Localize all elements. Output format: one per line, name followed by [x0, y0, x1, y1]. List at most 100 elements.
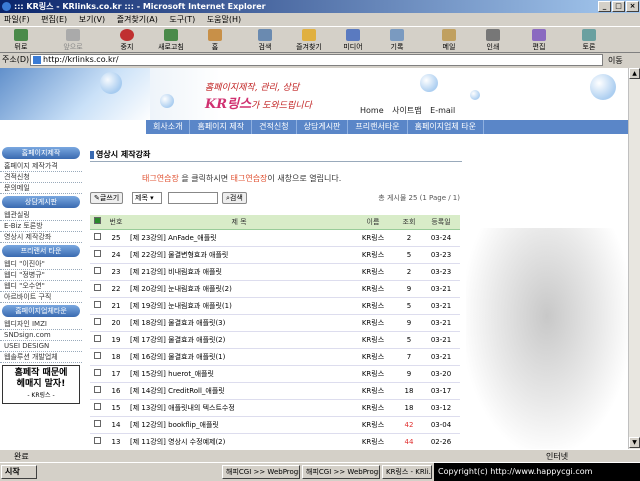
row-title[interactable]: [제 17강의] 물결효과 애플릿(2) [128, 331, 350, 349]
row-checkbox[interactable] [90, 314, 104, 332]
taskbar-task[interactable]: 해피CGI >> WebProgr... [222, 465, 300, 479]
row-checkbox[interactable] [90, 382, 104, 400]
menu-tools[interactable]: 도구(T) [169, 15, 195, 24]
row-title[interactable]: [제 19강의] 눈내림효과 애플릿(1) [128, 297, 350, 315]
row-title[interactable]: [제 23강의] AnFade_애플릿 [128, 229, 350, 247]
row-title[interactable]: [제 15강의] huerot_애플릿 [128, 365, 350, 383]
minimize-button[interactable]: _ [598, 1, 611, 12]
nav-estimate[interactable]: 견적신청 [252, 120, 297, 134]
sidebar-item[interactable]: 웹관실링 [0, 210, 82, 221]
menu-view[interactable]: 보기(V) [79, 15, 105, 24]
sidebar-item[interactable]: 영상시 제작강좌 [0, 232, 82, 243]
refresh-button[interactable]: 새로고침 [154, 29, 188, 52]
address-input[interactable]: http://krlinks.co.kr/ [30, 54, 603, 66]
row-checkbox[interactable] [90, 365, 104, 383]
sidebar-item[interactable]: 웹디 "정병규" [0, 270, 82, 281]
forward-button[interactable]: 앞으로 [56, 29, 90, 52]
nav-homepage[interactable]: 홈페이지 제작 [190, 120, 253, 134]
tag-practice-link[interactable]: 태그연습장 [142, 174, 179, 183]
menu-help[interactable]: 도움말(H) [207, 15, 241, 24]
row-title[interactable]: [제 20강의] 눈내림효과 애플릿(2) [128, 280, 350, 298]
row-title[interactable]: [제 13강의] 애플릿내의 텍스트수정 [128, 399, 350, 417]
search-input[interactable] [168, 192, 218, 204]
select-all-checkbox[interactable] [90, 215, 104, 230]
sidebar-item[interactable]: 웹디 "이진아" [0, 259, 82, 270]
go-button[interactable]: 이동 [608, 54, 623, 68]
sidebar-head[interactable]: 프리랜서 타운 [2, 245, 80, 257]
scroll-down-icon[interactable]: ▼ [629, 437, 640, 448]
media-button[interactable]: 미디어 [336, 29, 370, 52]
menu-file[interactable]: 파일(F) [4, 15, 30, 24]
sidebar-head[interactable]: 홈페이지제작 [2, 147, 80, 159]
print-button[interactable]: 인쇄 [476, 29, 510, 52]
search-button[interactable]: 검색 [248, 29, 282, 52]
sidebar-head[interactable]: 상담게시판 [2, 196, 80, 208]
mail-button[interactable]: 메일 [432, 29, 466, 52]
sidebar-item[interactable]: USEI DESIGN [0, 341, 82, 352]
sidebar-item[interactable]: SNDsign.com [0, 330, 82, 341]
edit-button[interactable]: 편집 [522, 29, 556, 52]
table-row[interactable]: 21 [제 19강의] 눈내림효과 애플릿(1) KR링스 5 03-21 [90, 297, 460, 315]
menu-favorites[interactable]: 즐겨찾기(A) [117, 15, 158, 24]
home-link[interactable]: Home [360, 106, 384, 115]
row-checkbox[interactable] [90, 331, 104, 349]
sidebar-item[interactable]: E-Biz 토론방 [0, 221, 82, 232]
search-submit-button[interactable]: ⌕검색 [222, 192, 247, 204]
row-title[interactable]: [제 22강의] 물결변형효과 애플릿 [128, 246, 350, 264]
sitemap-link[interactable]: 사이트맵 [392, 106, 421, 115]
close-button[interactable]: × [626, 1, 639, 12]
row-title[interactable]: [제 12강의] bookflip_애플릿 [128, 416, 350, 434]
vertical-scrollbar[interactable]: ▲ ▼ [628, 68, 640, 449]
table-row[interactable]: 23 [제 21강의] 비내림효과 애플릿 KR링스 2 03-23 [90, 263, 460, 281]
row-title[interactable]: [제 16강의] 물결효과 애플릿(1) [128, 348, 350, 366]
sidebar-item[interactable]: 견적신청 [0, 172, 82, 183]
table-row[interactable]: 17 [제 15강의] huerot_애플릿 KR링스 9 03-20 [90, 365, 460, 383]
table-row[interactable]: 19 [제 17강의] 물결효과 애플릿(2) KR링스 5 03-21 [90, 331, 460, 349]
taskbar-task[interactable]: 해피CGI >> WebProgr... [302, 465, 380, 479]
search-field-select[interactable]: 제목 ▾ [132, 192, 162, 204]
write-button[interactable]: ✎글쓰기 [90, 192, 124, 204]
row-checkbox[interactable] [90, 416, 104, 434]
nav-company-town[interactable]: 홈페이지업체 타운 [408, 120, 485, 134]
row-checkbox[interactable] [90, 399, 104, 417]
taskbar-task[interactable]: KR링스 - KRli... [382, 465, 432, 479]
menu-edit[interactable]: 편집(E) [41, 15, 67, 24]
row-checkbox[interactable] [90, 229, 104, 247]
favorites-button[interactable]: 즐겨찾기 [292, 29, 326, 52]
table-row[interactable]: 25 [제 23강의] AnFade_애플릿 KR링스 2 03-24 [90, 229, 460, 247]
row-checkbox[interactable] [90, 433, 104, 449]
row-checkbox[interactable] [90, 246, 104, 264]
nav-company[interactable]: 회사소개 [146, 120, 191, 134]
stop-button[interactable]: 중지 [110, 29, 144, 52]
row-checkbox[interactable] [90, 348, 104, 366]
table-row[interactable]: 14 [제 12강의] bookflip_애플릿 KR링스 42 03-04 [90, 416, 460, 434]
sidebar-item[interactable]: 웹디 "오수연" [0, 281, 82, 292]
sidebar-item[interactable]: 홈페이지 제작가격 [0, 161, 82, 172]
table-row[interactable]: 15 [제 13강의] 애플릿내의 텍스트수정 KR링스 18 03-12 [90, 399, 460, 417]
home-button[interactable]: 홈 [198, 29, 232, 52]
sidebar-head[interactable]: 홈페이지업체타운 [2, 305, 80, 317]
sidebar-item[interactable]: 웹디자인 IMZI [0, 319, 82, 330]
sidebar-item[interactable]: 문의메일 [0, 183, 82, 194]
nav-board[interactable]: 상담게시판 [297, 120, 349, 134]
window-titlebar[interactable]: ::: KR링스 - KRlinks.co.kr ::: - Microsoft… [0, 0, 640, 13]
email-link[interactable]: E-mail [430, 106, 455, 115]
maximize-button[interactable]: □ [612, 1, 625, 12]
history-button[interactable]: 기록 [380, 29, 414, 52]
table-row[interactable]: 24 [제 22강의] 물결변형효과 애플릿 KR링스 5 03-23 [90, 246, 460, 264]
table-row[interactable]: 22 [제 20강의] 눈내림효과 애플릿(2) KR링스 9 03-21 [90, 280, 460, 298]
sidebar-item[interactable]: 웹솔루션 개발업체 [0, 352, 82, 363]
start-button[interactable]: 시작 [1, 465, 37, 479]
table-row[interactable]: 13 [제 11강의] 영상시 수정예제(2) KR링스 44 02-26 [90, 433, 460, 449]
row-checkbox[interactable] [90, 263, 104, 281]
scroll-up-icon[interactable]: ▲ [629, 68, 640, 79]
row-checkbox[interactable] [90, 280, 104, 298]
row-title[interactable]: [제 11강의] 영상시 수정예제(2) [128, 433, 350, 449]
table-row[interactable]: 18 [제 16강의] 물결효과 애플릿(1) KR링스 7 03-21 [90, 348, 460, 366]
row-title[interactable]: [제 21강의] 비내림효과 애플릿 [128, 263, 350, 281]
sidebar-ad-banner[interactable]: 홈페작 때문에 헤매지 말자! - KR링스 - [2, 365, 80, 404]
back-button[interactable]: 뒤로 [4, 29, 38, 52]
table-row[interactable]: 16 [제 14강의] CreditRoll_애플릿 KR링스 18 03-17 [90, 382, 460, 400]
row-title[interactable]: [제 14강의] CreditRoll_애플릿 [128, 382, 350, 400]
nav-freelancer[interactable]: 프리랜서타운 [348, 120, 408, 134]
